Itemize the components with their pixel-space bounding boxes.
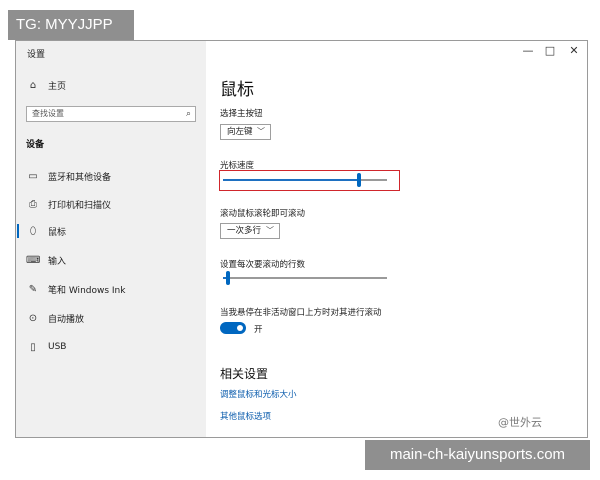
- sidebar: 设置 ⌂ 主页 查找设置 ⌕ 设备 ▭ 蓝牙和其他设备 ⎙ 打印机和扫描仪 ⬯ …: [16, 41, 206, 437]
- usb-icon: ▯: [30, 341, 36, 353]
- bottom-watermark-label: main-ch-kaiyunsports.com: [365, 440, 590, 470]
- sidebar-item-pen[interactable]: ✎ 笔和 Windows Ink: [26, 280, 126, 298]
- related-settings-title: 相关设置: [220, 367, 269, 381]
- lines-per-scroll-slider[interactable]: [223, 271, 387, 285]
- window-title: 设置: [27, 50, 46, 60]
- sidebar-item-label: 鼠标: [48, 227, 67, 238]
- inactive-scroll-toggle[interactable]: [220, 322, 246, 334]
- printer-icon: ⎙: [29, 198, 37, 210]
- sidebar-item-typing[interactable]: ⌨ 输入: [26, 251, 66, 269]
- scroll-wheel-label: 滚动鼠标滚轮即可滚动: [220, 209, 306, 219]
- cursor-speed-slider[interactable]: [223, 173, 387, 187]
- main-panel: — □ ✕ 鼠标 选择主按钮 向左键 ﹀ 光标速度 滚动鼠标滚轮即可滚动 一次多…: [206, 41, 587, 437]
- sidebar-item-label: 自动播放: [48, 314, 85, 325]
- sidebar-item-printers[interactable]: ⎙ 打印机和扫描仪: [26, 195, 111, 213]
- settings-window: 设置 ⌂ 主页 查找设置 ⌕ 设备 ▭ 蓝牙和其他设备 ⎙ 打印机和扫描仪 ⬯ …: [15, 40, 588, 438]
- autoplay-icon: ⊙: [28, 312, 38, 324]
- scroll-wheel-value: 一次多行: [227, 226, 262, 236]
- sidebar-item-label: 输入: [48, 256, 67, 267]
- corner-watermark: @世外云: [498, 416, 542, 429]
- active-indicator: [17, 224, 19, 238]
- page-title: 鼠标: [220, 80, 254, 100]
- keyboard-icon: ⌨: [26, 254, 41, 266]
- section-title-devices: 设备: [26, 140, 45, 150]
- chevron-down-icon: ﹀: [266, 226, 274, 235]
- adjust-cursor-size-link[interactable]: 调整鼠标和光标大小: [220, 388, 297, 400]
- minimize-button[interactable]: —: [520, 44, 536, 57]
- inactive-scroll-label: 当我悬停在非活动窗口上方时对其进行滚动: [220, 308, 382, 318]
- home-icon: ⌂: [29, 79, 37, 91]
- maximize-button[interactable]: □: [542, 44, 558, 57]
- search-icon: ⌕: [185, 109, 191, 119]
- search-placeholder: 查找设置: [32, 109, 64, 118]
- pen-icon: ✎: [28, 283, 38, 295]
- sidebar-item-label: 主页: [48, 81, 67, 92]
- sidebar-item-autoplay[interactable]: ⊙ 自动播放: [26, 309, 84, 327]
- chevron-down-icon: ﹀: [257, 127, 265, 136]
- sidebar-item-mouse[interactable]: ⬯ 鼠标: [26, 222, 66, 240]
- sidebar-item-home[interactable]: ⌂ 主页: [26, 76, 66, 94]
- lines-per-scroll-label: 设置每次要滚动的行数: [220, 260, 306, 270]
- sidebar-item-label: 笔和 Windows Ink: [48, 285, 126, 296]
- sidebar-item-usb[interactable]: ▯ USB: [26, 338, 66, 356]
- primary-button-select[interactable]: 向左键 ﹀: [220, 124, 271, 140]
- sidebar-item-label: 蓝牙和其他设备: [48, 172, 112, 183]
- lines-per-scroll-thumb[interactable]: [226, 271, 230, 285]
- cursor-speed-thumb[interactable]: [357, 173, 361, 187]
- additional-mouse-options-link[interactable]: 其他鼠标选项: [220, 410, 271, 422]
- primary-button-label: 选择主按钮: [220, 109, 263, 119]
- sidebar-item-bluetooth[interactable]: ▭ 蓝牙和其他设备: [26, 167, 111, 185]
- sidebar-item-label: 打印机和扫描仪: [48, 200, 112, 211]
- top-watermark-label: TG: MYYJJPP: [8, 10, 134, 40]
- close-button[interactable]: ✕: [566, 44, 582, 57]
- inactive-scroll-state: 开: [254, 325, 263, 335]
- sidebar-item-label: USB: [48, 342, 67, 352]
- toggle-knob: [237, 325, 243, 331]
- primary-button-value: 向左键: [227, 127, 253, 137]
- scroll-wheel-select[interactable]: 一次多行 ﹀: [220, 223, 280, 239]
- bluetooth-device-icon: ▭: [28, 170, 38, 182]
- search-input[interactable]: 查找设置 ⌕: [26, 106, 196, 122]
- mouse-icon: ⬯: [29, 225, 37, 237]
- cursor-speed-fill: [223, 179, 359, 181]
